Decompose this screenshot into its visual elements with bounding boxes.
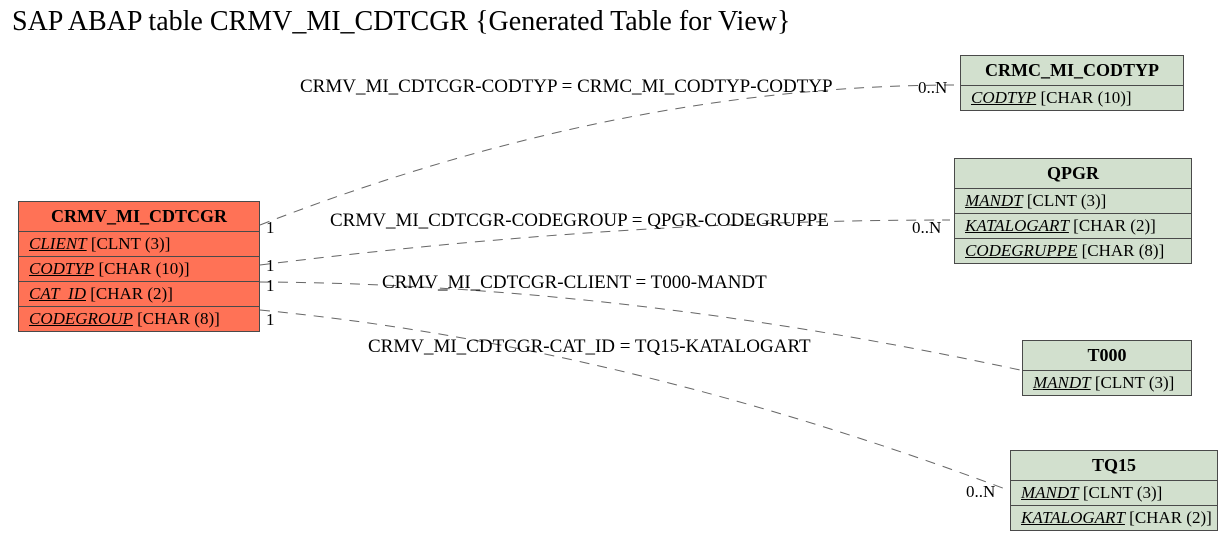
entity-field: MANDT [CLNT (3)] (1023, 371, 1191, 395)
cardinality-left: 1 (266, 276, 275, 296)
entity-header: T000 (1023, 341, 1191, 371)
relation-label: CRMV_MI_CDTCGR-CODEGROUP = QPGR-CODEGRUP… (330, 210, 829, 232)
entity-field: CAT_ID [CHAR (2)] (19, 282, 259, 307)
relation-label: CRMV_MI_CDTCGR-CODTYP = CRMC_MI_CODTYP-C… (300, 76, 833, 98)
entity-field: MANDT [CLNT (3)] (1011, 481, 1217, 506)
entity-field: CODTYP [CHAR (10)] (19, 257, 259, 282)
entity-header: CRMV_MI_CDTCGR (19, 202, 259, 232)
entity-field: MANDT [CLNT (3)] (955, 189, 1191, 214)
cardinality-right: 0..N (918, 78, 947, 98)
cardinality-left: 1 (266, 256, 275, 276)
cardinality-left: 1 (266, 218, 275, 238)
entity-t000: T000 MANDT [CLNT (3)] (1022, 340, 1192, 396)
cardinality-right: 0..N (966, 482, 995, 502)
entity-crmv-mi-cdtcgr: CRMV_MI_CDTCGR CLIENT [CLNT (3)] CODTYP … (18, 201, 260, 332)
entity-header: TQ15 (1011, 451, 1217, 481)
entity-header: QPGR (955, 159, 1191, 189)
entity-field: KATALOGART [CHAR (2)] (955, 214, 1191, 239)
entity-crmc-mi-codtyp: CRMC_MI_CODTYP CODTYP [CHAR (10)] (960, 55, 1184, 111)
entity-field: CODEGROUP [CHAR (8)] (19, 307, 259, 331)
entity-field: CODEGRUPPE [CHAR (8)] (955, 239, 1191, 263)
entity-field: KATALOGART [CHAR (2)] (1011, 506, 1217, 530)
entity-field: CLIENT [CLNT (3)] (19, 232, 259, 257)
page-title: SAP ABAP table CRMV_MI_CDTCGR {Generated… (12, 6, 790, 38)
entity-tq15: TQ15 MANDT [CLNT (3)] KATALOGART [CHAR (… (1010, 450, 1218, 531)
cardinality-left: 1 (266, 310, 275, 330)
relation-label: CRMV_MI_CDTCGR-CLIENT = T000-MANDT (382, 272, 767, 294)
relation-label: CRMV_MI_CDTCGR-CAT_ID = TQ15-KATALOGART (368, 336, 811, 358)
cardinality-right: 0..N (912, 218, 941, 238)
entity-header: CRMC_MI_CODTYP (961, 56, 1183, 86)
entity-qpgr: QPGR MANDT [CLNT (3)] KATALOGART [CHAR (… (954, 158, 1192, 264)
entity-field: CODTYP [CHAR (10)] (961, 86, 1183, 110)
